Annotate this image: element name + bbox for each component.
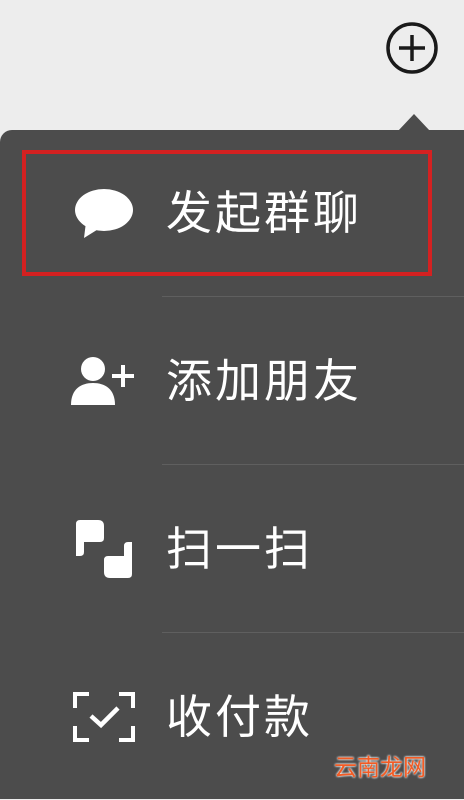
plus-circle-icon — [386, 22, 438, 74]
top-bar — [0, 0, 464, 130]
payment-icon — [66, 679, 142, 755]
menu-divider — [162, 464, 464, 465]
add-friend-icon — [66, 343, 142, 419]
add-button[interactable] — [385, 21, 439, 75]
highlight-annotation — [22, 150, 432, 276]
menu-item-label: 收付款 — [166, 690, 313, 744]
menu-item-label: 扫一扫 — [166, 522, 313, 576]
scan-icon — [66, 511, 142, 587]
watermark: 云南龙网 — [334, 755, 426, 781]
menu-item-add-friend[interactable]: 添加朋友 — [0, 298, 464, 464]
menu-item-scan[interactable]: 扫一扫 — [0, 466, 464, 632]
menu-divider — [162, 632, 464, 633]
menu-item-label: 添加朋友 — [166, 354, 362, 408]
menu-divider — [162, 296, 464, 297]
menu-pointer — [398, 114, 430, 131]
